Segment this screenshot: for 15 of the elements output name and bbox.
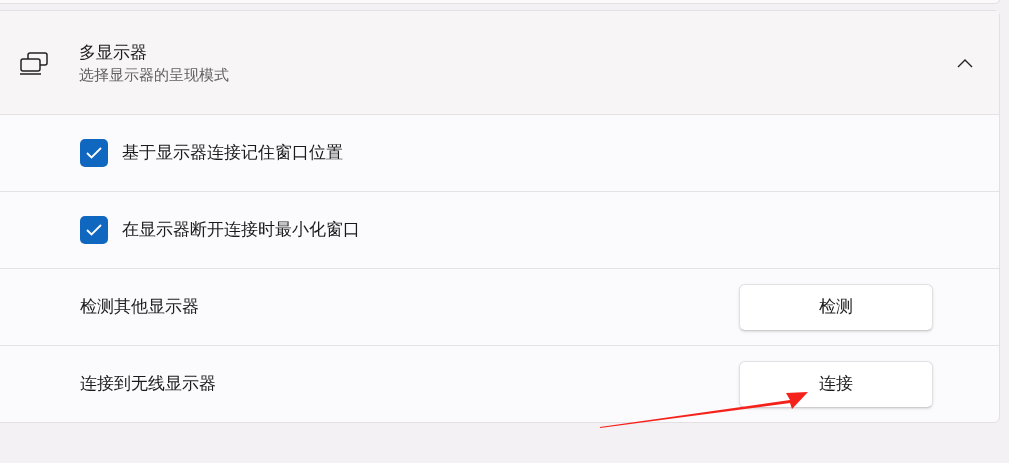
checkbox[interactable]	[80, 139, 108, 167]
monitors-icon	[19, 50, 49, 75]
setting-label: 基于显示器连接记住窗口位置	[122, 141, 343, 165]
check-icon	[86, 147, 102, 159]
section-title: 多显示器	[79, 40, 148, 64]
section-header[interactable]: 多显示器 选择显示器的呈现模式	[0, 11, 999, 114]
setting-label: 连接到无线显示器	[80, 372, 216, 396]
setting-label: 检测其他显示器	[80, 295, 199, 319]
setting-label: 在显示器断开连接时最小化窗口	[122, 218, 360, 242]
check-icon	[86, 224, 102, 236]
section-subtitle: 选择显示器的呈现模式	[79, 64, 229, 86]
checkbox[interactable]	[80, 216, 108, 244]
chevron-up-icon[interactable]	[957, 57, 973, 68]
action-button[interactable]: 连接	[739, 360, 933, 408]
action-button[interactable]: 检测	[739, 283, 933, 331]
